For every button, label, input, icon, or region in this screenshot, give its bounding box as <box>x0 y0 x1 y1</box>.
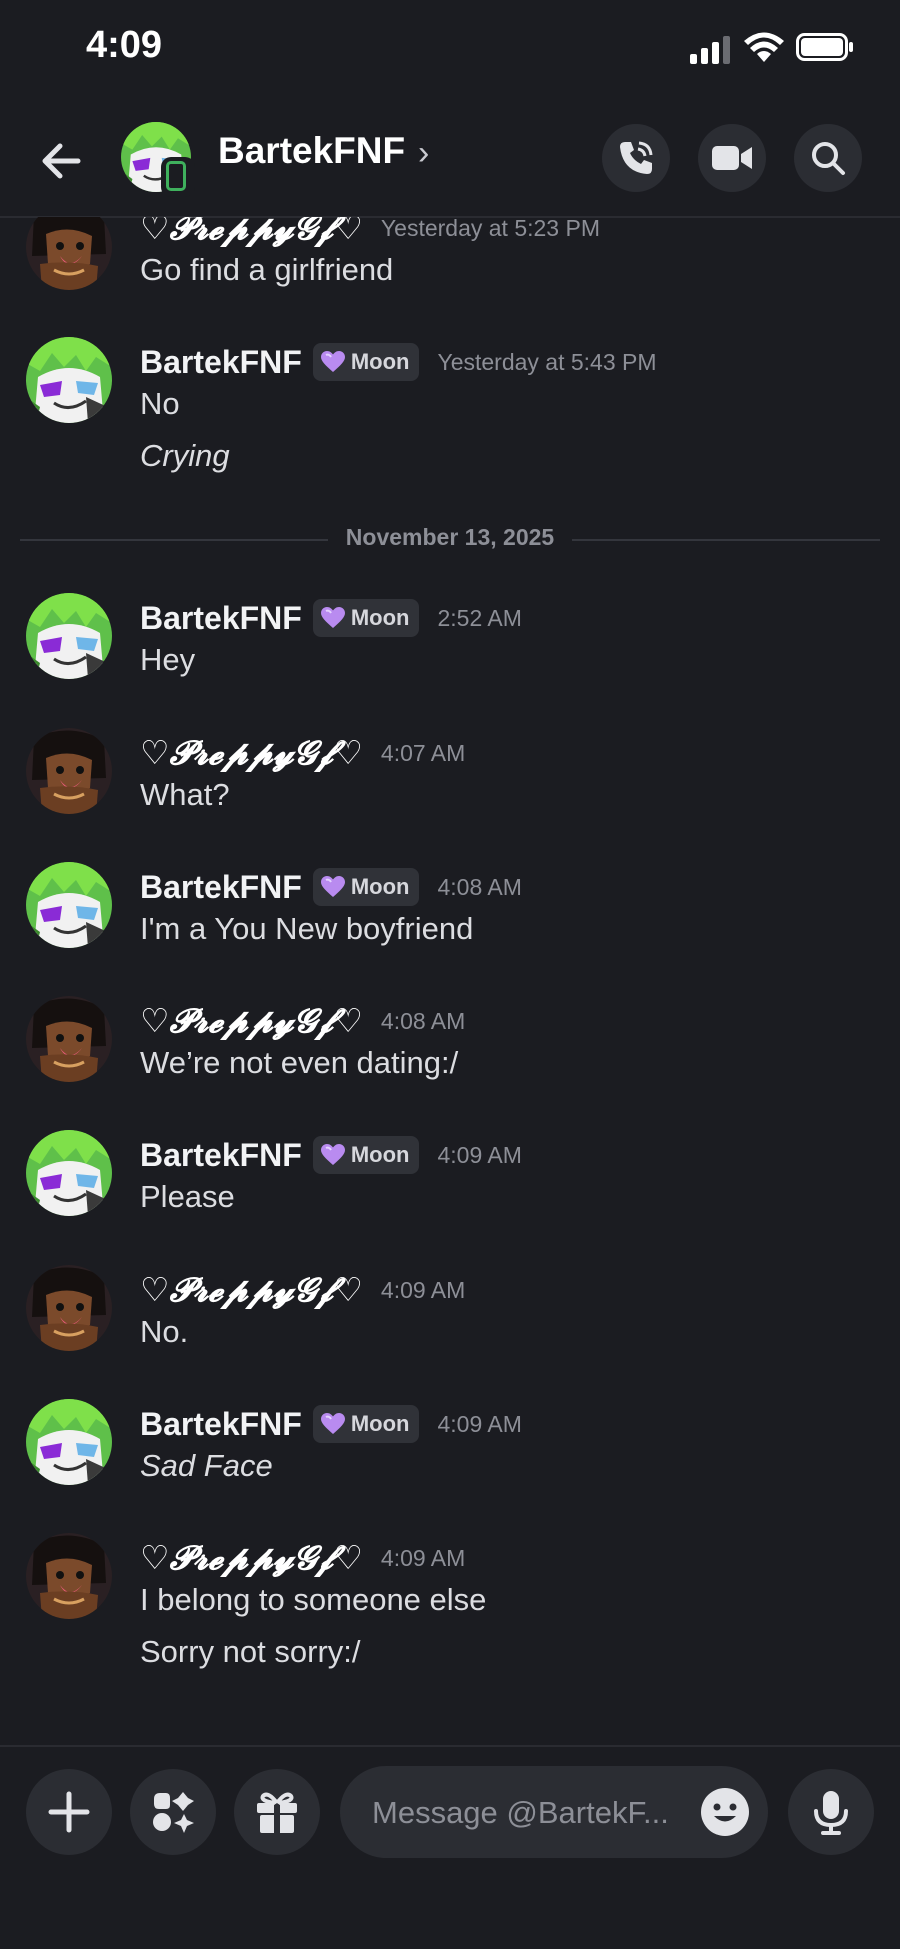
timestamp: 4:08 AM <box>380 1007 466 1034</box>
username[interactable]: BartekFNF <box>140 869 302 906</box>
username[interactable]: BartekFNF <box>140 1406 302 1443</box>
search-button[interactable] <box>794 124 862 192</box>
message-text: We’re not even dating:/ <box>140 1045 459 1080</box>
message-text: Sad Face <box>140 1448 273 1483</box>
mobile-phone-icon <box>161 157 195 197</box>
nitro-badge[interactable]: Moon <box>312 1405 420 1443</box>
heart-icon <box>321 607 345 629</box>
message-text: Please <box>140 1179 235 1214</box>
timestamp: 4:08 AM <box>437 873 522 900</box>
nitro-badge[interactable]: Moon <box>312 1136 420 1174</box>
wifi-icon <box>744 32 784 62</box>
message-text: I belong to someone else <box>140 1582 487 1617</box>
battery-icon <box>796 33 853 61</box>
cellular-signal-icon <box>690 36 730 64</box>
avatar[interactable] <box>26 728 112 814</box>
avatar[interactable] <box>26 1533 112 1619</box>
message-text: Crying <box>140 438 230 473</box>
message-text: Sorry not sorry:/ <box>140 1634 361 1669</box>
chevron-right-icon[interactable]: › <box>418 134 429 173</box>
message-text: No <box>140 386 180 421</box>
nitro-badge[interactable]: Moon <box>312 599 420 637</box>
message-text: Go find a girlfriend <box>140 252 394 287</box>
message-text: No. <box>140 1314 189 1349</box>
avatar[interactable] <box>26 337 112 423</box>
avatar[interactable] <box>26 1265 112 1351</box>
status-time: 4:09 <box>86 24 163 66</box>
timestamp: Yesterday at 5:23 PM <box>380 217 600 241</box>
status-bar: 4:09 <box>0 0 900 100</box>
username[interactable]: ♡𝓟𝓻𝓮𝓹𝓹𝔂𝓖𝓯♡ <box>140 733 363 773</box>
emoji-icon[interactable] <box>700 1787 750 1837</box>
apps-button[interactable] <box>130 1769 216 1855</box>
video-camera-icon <box>712 146 752 170</box>
voice-call-button[interactable] <box>602 124 670 192</box>
heart-icon <box>321 876 345 898</box>
username[interactable]: BartekFNF <box>140 1137 302 1174</box>
message-text: I'm a You New boyfriend <box>140 911 474 946</box>
add-attachment-button[interactable] <box>26 1769 112 1855</box>
gift-button[interactable] <box>234 1769 320 1855</box>
heart-icon <box>321 351 345 373</box>
timestamp: 4:09 AM <box>437 1410 522 1437</box>
message-box <box>340 1766 768 1858</box>
message-list: ♡𝓟𝓻𝓮𝓹𝓹𝔂𝓖𝓯♡ Yesterday at 5:23 PM Go find … <box>0 217 900 1745</box>
nitro-badge[interactable]: Moon <box>312 868 420 906</box>
phone-call-icon <box>620 141 653 174</box>
timestamp: 4:09 AM <box>437 1141 522 1168</box>
plus-icon <box>48 1791 90 1833</box>
username[interactable]: BartekFNF <box>140 344 302 381</box>
username[interactable]: BartekFNF <box>140 600 302 637</box>
message-input[interactable] <box>370 1786 694 1840</box>
username[interactable]: ♡𝓟𝓻𝓮𝓹𝓹𝔂𝓖𝓯♡ <box>140 1001 363 1041</box>
username[interactable]: ♡𝓟𝓻𝓮𝓹𝓹𝔂𝓖𝓯♡ <box>140 1538 363 1578</box>
timestamp: 4:09 AM <box>380 1544 466 1571</box>
message-text: Hey <box>140 642 196 677</box>
nitro-badge[interactable]: Moon <box>312 343 420 381</box>
username[interactable]: ♡𝓟𝓻𝓮𝓹𝓹𝔂𝓖𝓯♡ <box>140 1270 363 1310</box>
timestamp: 4:09 AM <box>380 1276 466 1303</box>
timestamp: 4:07 AM <box>380 739 466 766</box>
message-text: What? <box>140 777 230 812</box>
timestamp: Yesterday at 5:43 PM <box>437 348 657 375</box>
search-icon <box>812 142 845 175</box>
chat-header: BartekFNF › <box>0 110 900 218</box>
date-divider: November 13, 2025 <box>0 524 900 551</box>
apps-icon <box>153 1792 194 1833</box>
avatar[interactable] <box>26 593 112 679</box>
heart-icon <box>321 1413 345 1435</box>
avatar[interactable] <box>26 217 112 290</box>
avatar[interactable] <box>26 996 112 1082</box>
gift-icon <box>257 1792 297 1833</box>
avatar[interactable] <box>26 1399 112 1485</box>
avatar[interactable] <box>26 862 112 948</box>
heart-icon <box>321 1144 345 1166</box>
video-call-button[interactable] <box>698 124 766 192</box>
page-title[interactable]: BartekFNF <box>218 130 405 172</box>
timestamp: 2:52 AM <box>437 604 522 631</box>
avatar[interactable] <box>26 1130 112 1216</box>
back-arrow-icon[interactable] <box>36 135 88 187</box>
voice-message-button[interactable] <box>788 1769 874 1855</box>
microphone-icon <box>814 1791 848 1835</box>
username[interactable]: ♡𝓟𝓻𝓮𝓹𝓹𝔂𝓖𝓯♡ <box>140 217 363 248</box>
